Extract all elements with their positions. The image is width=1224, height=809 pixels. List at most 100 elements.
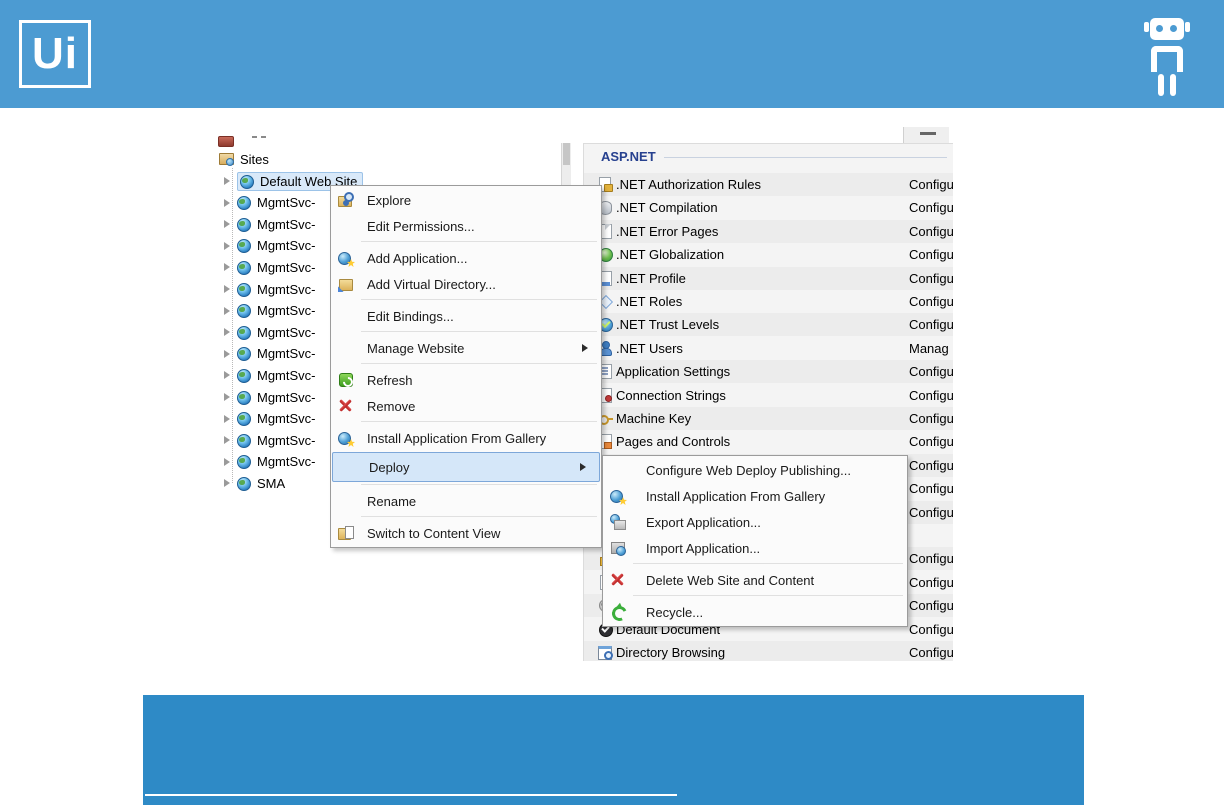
feature-row-application-settings[interactable]: Application Settings Configu <box>584 360 953 384</box>
feature-row-net-trust-levels[interactable]: .NET Trust Levels Configu <box>584 313 953 337</box>
tree-scrollbar[interactable] <box>561 143 571 186</box>
expand-twisty-icon[interactable] <box>224 436 234 445</box>
menu-item-add-application[interactable]: Add Application... <box>331 245 601 271</box>
tree-item-body[interactable]: MgmtSvc- <box>237 260 316 275</box>
panel-scrollbar-remnant <box>903 127 949 143</box>
expand-twisty-icon[interactable] <box>224 285 234 293</box>
menu-item-edit-bindings[interactable]: Edit Bindings... <box>331 303 601 329</box>
feature-name: Machine Key <box>616 411 692 426</box>
tree-item-body[interactable]: MgmtSvc- <box>237 368 316 383</box>
header-banner: Ui <box>0 0 1224 108</box>
expand-twisty-icon[interactable] <box>224 371 234 380</box>
remove-icon <box>610 572 626 588</box>
tree-item-body[interactable]: MgmtSvc- <box>237 325 316 340</box>
menu-item-label: Explore <box>367 192 412 208</box>
menu-item-remove[interactable]: Remove <box>331 393 601 419</box>
submenu-arrow-icon <box>580 463 590 471</box>
expand-twisty-icon[interactable] <box>224 457 234 466</box>
tree-item-mgmtsvc[interactable]: MgmtSvc- <box>215 214 316 234</box>
tree-item-label: Sites <box>240 151 269 167</box>
menu-item-switch-to-content-view[interactable]: Switch to Content View <box>331 520 601 546</box>
robot-eye-right <box>1170 25 1177 32</box>
feature-row-net-users[interactable]: .NET Users Manag <box>584 337 953 360</box>
tree-item-label: MgmtSvc- <box>257 303 316 319</box>
deploy-submenu: Configure Web Deploy Publishing... Instal… <box>602 455 908 627</box>
expand-twisty-icon[interactable] <box>224 393 234 401</box>
tree-item-mgmtsvc[interactable]: MgmtSvc- <box>215 301 316 321</box>
feature-row-net-authorization-rules[interactable]: .NET Authorization Rules Configu <box>584 173 953 196</box>
tree-item-mgmtsvc[interactable]: MgmtSvc- <box>215 193 316 213</box>
feature-row-net-error-pages[interactable]: .NET Error Pages Configu <box>584 219 953 243</box>
tree-item-mgmtsvc[interactable]: MgmtSvc- <box>215 409 316 429</box>
menu-item-label: Export Application... <box>646 514 761 530</box>
footer-underline <box>145 794 677 796</box>
expand-twisty-icon[interactable] <box>224 306 234 315</box>
expand-twisty-icon[interactable] <box>224 349 234 358</box>
robot-leg-left <box>1158 74 1164 96</box>
expand-twisty-icon[interactable] <box>224 198 234 207</box>
tree-item-body[interactable]: Sites <box>219 151 269 167</box>
robot-leg-right <box>1170 74 1176 96</box>
tree-item-mgmtsvc[interactable]: MgmtSvc- <box>215 236 316 256</box>
site-globe-icon <box>237 368 252 383</box>
menu-item-explore[interactable]: Explore <box>331 187 601 213</box>
robot-head <box>1150 18 1184 40</box>
tree-item-body[interactable]: MgmtSvc- <box>237 411 316 427</box>
tree-item-body[interactable]: MgmtSvc- <box>237 346 316 362</box>
tree-item-body[interactable]: MgmtSvc- <box>237 303 316 319</box>
menu-item-add-virtual-directory[interactable]: Add Virtual Directory... <box>331 271 601 297</box>
feature-row-net-roles[interactable]: .NET Roles Configu <box>584 290 953 313</box>
expand-twisty-icon[interactable] <box>224 263 234 272</box>
feature-row-connection-strings[interactable]: Connection Strings Configu <box>584 384 953 407</box>
expand-twisty-icon[interactable] <box>224 177 234 185</box>
tree-item-body[interactable]: MgmtSvc- <box>237 390 316 405</box>
expand-twisty-icon[interactable] <box>224 414 234 423</box>
menu-item-refresh[interactable]: Refresh <box>331 367 601 393</box>
feature-row-net-compilation[interactable]: .NET Compilation Configu <box>584 196 953 219</box>
tree-item-body[interactable]: MgmtSvc- <box>237 195 316 211</box>
menu-item-label: Manage Website <box>367 340 465 356</box>
feature-row-net-globalization[interactable]: .NET Globalization Configu <box>584 243 953 266</box>
robot-eye-left <box>1156 25 1163 32</box>
expand-twisty-icon[interactable] <box>224 479 234 488</box>
feature-row-directory-browsing[interactable]: Directory Browsing Configu <box>584 641 953 661</box>
tree-item-mgmtsvc[interactable]: MgmtSvc- <box>215 279 316 299</box>
tree-item-body[interactable]: MgmtSvc- <box>237 454 316 470</box>
menu-item-deploy[interactable]: Deploy <box>332 452 600 482</box>
tree-item-mgmtsvc[interactable]: MgmtSvc- <box>215 452 316 472</box>
feature-row-machine-key[interactable]: Machine Key Configu <box>584 407 953 430</box>
menu-item-edit-permissions[interactable]: Edit Permissions... <box>331 213 601 239</box>
tree-item-mgmtsvc[interactable]: MgmtSvc- <box>215 322 316 342</box>
gallery-icon <box>610 488 626 504</box>
tree-item-mgmtsvc[interactable]: MgmtSvc- <box>215 257 316 277</box>
expand-twisty-icon[interactable] <box>224 328 234 337</box>
tree-item-body[interactable]: MgmtSvc- <box>237 282 316 297</box>
tree-item-body[interactable]: SMA <box>237 476 285 491</box>
tree-item-mgmtsvc[interactable]: MgmtSvc- <box>215 430 316 450</box>
menu-item-install-application-from-gallery[interactable]: Install Application From Gallery <box>331 425 601 451</box>
tree-item-mgmtsvc[interactable]: MgmtSvc- <box>215 387 316 407</box>
feature-value: Configu <box>909 411 953 426</box>
menu-item-import-application[interactable]: Import Application... <box>603 535 907 561</box>
menu-item-rename[interactable]: Rename <box>331 488 601 514</box>
tree-item-sites[interactable]: Sites <box>215 149 269 169</box>
menu-item-export-application[interactable]: Export Application... <box>603 509 907 535</box>
feature-value: Configu <box>909 457 953 473</box>
menu-item-configure-web-deploy-publishing[interactable]: Configure Web Deploy Publishing... <box>603 457 907 483</box>
feature-row-pages-and-controls[interactable]: Pages and Controls Configu <box>584 430 953 453</box>
add-application-icon <box>338 250 354 266</box>
menu-item-install-application-from-gallery[interactable]: Install Application From Gallery <box>603 483 907 509</box>
tree-item-mgmtsvc[interactable]: MgmtSvc- <box>215 365 316 385</box>
tree-item-mgmtsvc[interactable]: MgmtSvc- <box>215 344 316 364</box>
expand-twisty-icon[interactable] <box>224 220 234 229</box>
menu-item-recycle[interactable]: Recycle... <box>603 599 907 625</box>
menu-item-delete-web-site-and-content[interactable]: Delete Web Site and Content <box>603 567 907 593</box>
tree-item-body[interactable]: MgmtSvc- <box>237 238 316 254</box>
menu-item-manage-website[interactable]: Manage Website <box>331 335 601 361</box>
tree-scrollbar-thumb[interactable] <box>563 143 570 165</box>
tree-item-body[interactable]: MgmtSvc- <box>237 433 316 448</box>
expand-twisty-icon[interactable] <box>224 241 234 250</box>
tree-item-sma[interactable]: SMA <box>215 473 285 493</box>
feature-row-net-profile[interactable]: .NET Profile Configu <box>584 266 953 290</box>
tree-item-body[interactable]: MgmtSvc- <box>237 217 316 232</box>
